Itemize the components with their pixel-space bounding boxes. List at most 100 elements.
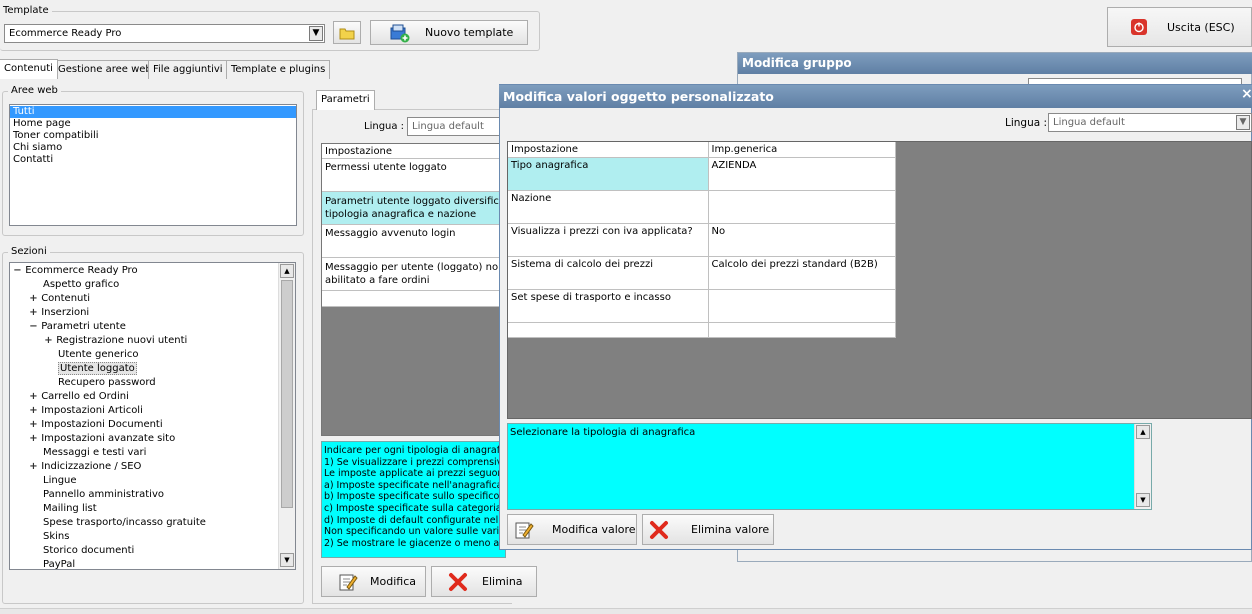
tree-node[interactable]: + Inserzioni xyxy=(10,306,295,320)
tree-node[interactable]: + Carrello ed Ordini xyxy=(10,390,295,404)
chevron-down-icon[interactable]: ▼ xyxy=(1236,115,1250,130)
table-row-empty[interactable] xyxy=(322,291,505,307)
tab-file-aggiuntivi[interactable]: File aggiuntivi xyxy=(148,60,228,79)
list-item[interactable]: Toner compatibili xyxy=(10,130,296,142)
expand-icon[interactable]: + xyxy=(29,418,38,432)
parametri-lingua-select[interactable]: Lingua default xyxy=(407,117,507,136)
description-line: d) Imposte di default configurate nell'a… xyxy=(324,514,506,526)
grid-cell-setting[interactable]: Nazione xyxy=(508,190,709,224)
grid-cell-value[interactable] xyxy=(708,322,896,338)
grid-cell-value[interactable] xyxy=(708,190,896,224)
tree-node[interactable]: PayPal xyxy=(10,558,295,570)
tree-node[interactable]: Messaggi e testi vari xyxy=(10,446,295,460)
tab-parametri[interactable]: Parametri xyxy=(316,90,375,110)
tree-node-label: Storico documenti xyxy=(43,545,135,556)
table-row[interactable]: Nazione xyxy=(508,190,896,224)
new-template-button[interactable]: Nuovo template xyxy=(370,20,528,45)
aree-web-list[interactable]: Tutti Home page Toner compatibili Chi si… xyxy=(9,104,297,226)
table-row[interactable] xyxy=(508,322,896,338)
tree-node[interactable]: Storico documenti xyxy=(10,544,295,558)
collapse-icon[interactable]: − xyxy=(13,264,22,278)
tree-node[interactable]: − Parametri utente xyxy=(10,320,295,334)
grid-cell-value[interactable] xyxy=(708,289,896,323)
expand-icon[interactable]: + xyxy=(29,306,38,320)
grid-cell-value[interactable]: AZIENDA xyxy=(708,157,896,191)
tree-node-label: PayPal xyxy=(43,559,76,570)
expand-icon[interactable]: + xyxy=(29,432,38,446)
chevron-down-icon[interactable]: ▼ xyxy=(309,26,323,41)
close-icon[interactable]: × xyxy=(1241,86,1252,102)
grid-cell-setting[interactable]: Sistema di calcolo dei prezzi xyxy=(508,256,709,290)
scroll-thumb[interactable] xyxy=(281,280,293,508)
template-label: Template xyxy=(0,5,52,16)
table-row[interactable]: Permessi utente loggato xyxy=(322,159,505,192)
tree-node[interactable]: Utente loggato xyxy=(10,362,295,376)
tree-node[interactable]: Lingue xyxy=(10,474,295,488)
dialog-grid[interactable]: Impostazione Imp.generica Tipo anagrafic… xyxy=(508,142,896,338)
tree-scrollbar[interactable]: ▲ ▼ xyxy=(278,263,295,569)
table-row[interactable]: Messaggio per utente (loggato) non abili… xyxy=(322,258,505,291)
list-item[interactable]: Contatti xyxy=(10,154,296,166)
tree-node[interactable]: + Impostazioni Documenti xyxy=(10,418,295,432)
description-line: Le imposte applicate ai prezzi seguono q xyxy=(324,468,506,480)
scroll-down-icon[interactable]: ▼ xyxy=(1136,493,1150,507)
list-item[interactable]: Home page xyxy=(10,118,296,130)
expand-icon[interactable]: + xyxy=(29,404,38,418)
table-row[interactable]: Messaggio avvenuto login xyxy=(322,225,505,258)
tab-template-e-plugins[interactable]: Template e plugins xyxy=(226,60,331,79)
dialog-grid-area[interactable]: Impostazione Imp.generica Tipo anagrafic… xyxy=(507,141,1252,419)
template-select[interactable]: Ecommerce Ready Pro ▼ xyxy=(4,24,325,43)
modifica-valore-button[interactable]: Modifica valore xyxy=(507,514,637,545)
parametri-grid[interactable]: Impostazione Permessi utente loggato Par… xyxy=(321,143,506,436)
scroll-down-icon[interactable]: ▼ xyxy=(280,553,294,567)
open-folder-button[interactable] xyxy=(333,21,361,44)
tree-node[interactable]: + Indicizzazione / SEO xyxy=(10,460,295,474)
grid-cell-value[interactable]: No xyxy=(708,223,896,257)
sezioni-tree[interactable]: − Ecommerce Ready Pro Aspetto grafico + … xyxy=(9,262,296,570)
expand-icon[interactable]: + xyxy=(29,460,38,474)
tree-node-label: Utente generico xyxy=(58,349,139,360)
collapse-icon[interactable]: − xyxy=(29,320,38,334)
grid-cell-setting[interactable]: Tipo anagrafica xyxy=(508,157,709,191)
description-line: c) Imposte specificate sulla categoria a… xyxy=(324,502,506,514)
grid-cell-value[interactable]: Calcolo dei prezzi standard (B2B) xyxy=(708,256,896,290)
tree-node[interactable]: Mailing list xyxy=(10,502,295,516)
tree-node-label: Skins xyxy=(43,531,70,542)
grid-cell-setting[interactable]: Set spese di trasporto e incasso xyxy=(508,289,709,323)
grid-cell-setting[interactable]: Visualizza i prezzi con iva applicata? xyxy=(508,223,709,257)
dialog-lingua-select[interactable]: Lingua default ▼ xyxy=(1048,113,1252,132)
scroll-up-icon[interactable]: ▲ xyxy=(280,264,294,278)
expand-icon[interactable]: + xyxy=(44,334,53,348)
tree-node[interactable]: + Impostazioni Articoli xyxy=(10,404,295,418)
expand-icon[interactable]: + xyxy=(29,390,38,404)
tree-node[interactable]: Skins xyxy=(10,530,295,544)
tree-node[interactable]: + Registrazione nuovi utenti xyxy=(10,334,295,348)
modifica-button[interactable]: Modifica xyxy=(321,566,426,597)
list-item[interactable]: Chi siamo xyxy=(10,142,296,154)
tree-node[interactable]: Recupero password xyxy=(10,376,295,390)
tab-contenuti[interactable]: Contenuti xyxy=(0,59,58,79)
delete-x-icon xyxy=(649,520,669,540)
description-scrollbar[interactable]: ▲ ▼ xyxy=(1134,424,1151,509)
grid-cell-setting[interactable] xyxy=(508,322,709,338)
table-row[interactable]: Visualizza i prezzi con iva applicata? N… xyxy=(508,223,896,257)
tree-node[interactable]: Utente generico xyxy=(10,348,295,362)
exit-button[interactable]: Uscita (ESC) xyxy=(1107,7,1252,47)
dialog-title: Modifica valori oggetto personalizzato xyxy=(499,85,1252,108)
expand-icon[interactable]: + xyxy=(29,292,38,306)
scroll-up-icon[interactable]: ▲ xyxy=(1136,425,1150,439)
table-row[interactable]: Parametri utente loggato diversificat pe… xyxy=(322,192,505,225)
list-item[interactable]: Tutti xyxy=(10,106,296,118)
table-row[interactable]: Sistema di calcolo dei prezzi Calcolo de… xyxy=(508,256,896,290)
table-row[interactable]: Tipo anagrafica AZIENDA xyxy=(508,157,896,191)
tab-gestione-aree-web[interactable]: Gestione aree web xyxy=(53,60,157,79)
table-row[interactable]: Set spese di trasporto e incasso xyxy=(508,289,896,323)
tree-node[interactable]: − Ecommerce Ready Pro xyxy=(10,264,295,278)
tree-node[interactable]: + Contenuti xyxy=(10,292,295,306)
elimina-button[interactable]: Elimina xyxy=(431,566,537,597)
tree-node[interactable]: Spese trasporto/incasso gratuite xyxy=(10,516,295,530)
tree-node[interactable]: + Impostazioni avanzate sito xyxy=(10,432,295,446)
tree-node[interactable]: Aspetto grafico xyxy=(10,278,295,292)
tree-node[interactable]: Pannello amministrativo xyxy=(10,488,295,502)
elimina-valore-button[interactable]: Elimina valore xyxy=(642,514,774,545)
